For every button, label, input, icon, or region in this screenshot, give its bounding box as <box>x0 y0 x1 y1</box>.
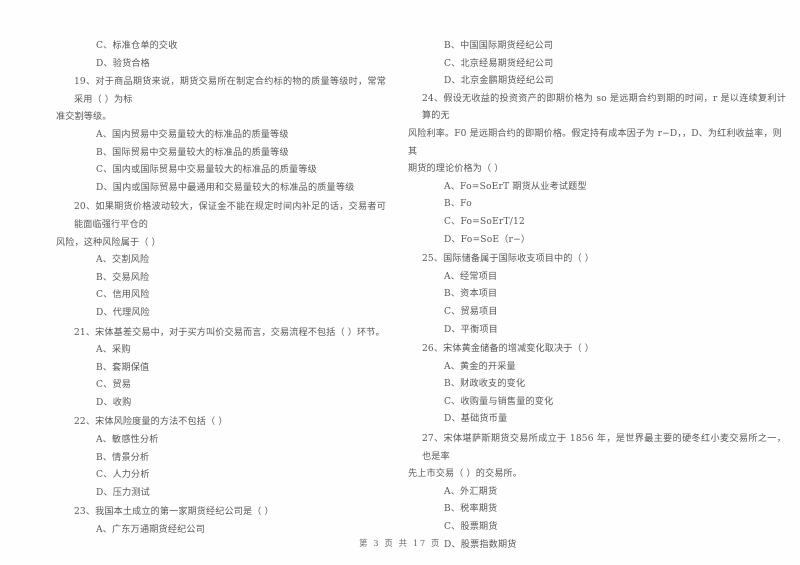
question-stem: 21、宋体基差交易中，对于买方叫价交易而言，交易流程不包括（ ）环节。 <box>74 327 385 338</box>
question-stem: 19、对于商品期货来说，期货交易所在制定合约标的物的质量等级时，常常采用（ ）为… <box>74 77 386 105</box>
question-25: 25、国际储备属于国际收支项目中的（ ） A、经常项目 B、资本项目 C、贸易项… <box>422 251 786 339</box>
option-c: C、贸易项目 <box>444 306 498 317</box>
option-d: D、基础货币量 <box>444 414 508 425</box>
orphan-option: B、中国国际期货经纪公司 <box>444 41 554 51</box>
option-b: B、套期保值 <box>96 362 150 373</box>
option-b: B、财政收支的变化 <box>444 379 526 390</box>
option-a: A、交割风险 <box>96 255 150 266</box>
question-stem: 27、宋体堪萨斯期货交易所成立于 1856 年，是世界最主要的硬冬红小麦交易所之… <box>422 434 786 462</box>
orphan-option: D、验货合格 <box>96 58 150 69</box>
option-b: B、税率期货 <box>444 504 498 515</box>
question-stem-continued: 风险，这种风险属于（ ） <box>56 237 161 248</box>
option-c: C、人力分析 <box>96 470 150 481</box>
option-b: B、情景分析 <box>96 452 150 463</box>
option-b: B、Fo <box>444 199 472 210</box>
option-b: B、交易风险 <box>96 272 150 283</box>
option-c: C、Fo=SoErT/12 <box>444 216 525 227</box>
option-c: C、股票期货 <box>444 522 498 533</box>
option-a: A、采购 <box>96 345 131 356</box>
option-d: D、平衡项目 <box>444 324 498 335</box>
two-column-body: C、标准仓单的交收 D、验货合格 19、对于商品期货来说，期货交易所在制定合约标… <box>0 38 800 550</box>
option-d: D、收购 <box>96 397 132 408</box>
option-d: D、Fo=SoE（r−） <box>444 234 531 245</box>
question-stem: 26、宋体黄金储备的增减变化取决于（ ） <box>422 344 595 355</box>
question-stem-continued: 期货的理论价格为（ ） <box>408 164 504 175</box>
question-22: 22、宋体风险度量的方法不包括（ ） A、敏感性分析 B、情景分析 C、人力分析… <box>74 414 386 502</box>
question-stem-continued: 准交割等级。 <box>56 112 112 123</box>
question-26: 26、宋体黄金储备的增减变化取决于（ ） A、黄金的开采量 B、财政收支的变化 … <box>422 341 786 429</box>
question-stem: 20、如果期货价格波动较大，保证金不能在规定时间内补足的话，交易者可能面临强行平… <box>74 202 386 230</box>
question-stem-continued: 风险利率。F0 是远期合约的即期价格。假定持有成本因子为 r−D，，D、为红利收… <box>408 128 782 157</box>
option-d: D、国内或国际贸易中最通用和交易量较大的标准品的质量等级 <box>96 182 355 193</box>
question-stem: 22、宋体风险度量的方法不包括（ ） <box>74 417 228 428</box>
question-stem: 25、国际储备属于国际收支项目中的（ ） <box>422 254 595 265</box>
question-27: 27、宋体堪萨斯期货交易所成立于 1856 年，是世界最主要的硬冬红小麦交易所之… <box>408 431 786 554</box>
option-d: D、代理风险 <box>96 307 150 318</box>
left-column: C、标准仓单的交收 D、验货合格 19、对于商品期货来说，期货交易所在制定合约标… <box>0 38 400 542</box>
option-a: A、国内贸易中交易量较大的标准品的质量等级 <box>96 129 289 140</box>
question-21: 21、宋体基差交易中，对于买方叫价交易而言，交易流程不包括（ ）环节。 A、采购… <box>74 325 386 413</box>
question-stem: 24、假设无收益的投资资产的即期价格为 so 是远期合约到期的时间，r 是以连续… <box>422 93 786 122</box>
option-a: A、经常项目 <box>444 271 498 282</box>
option-c: C、收购量与销售量的变化 <box>444 396 554 407</box>
orphan-option: C、标准仓单的交收 <box>96 41 178 51</box>
right-column: B、中国国际期货经纪公司 C、北京经易期货经纪公司 D、北京金鹏期货经纪公司 2… <box>400 38 800 556</box>
question-19: 19、对于商品期货来说，期货交易所在制定合约标的物的质量等级时，常常采用（ ）为… <box>56 74 386 197</box>
question-20: 20、如果期货价格波动较大，保证金不能在规定时间内补足的话，交易者可能面临强行平… <box>56 199 386 322</box>
question-23: 23、我国本土成立的第一家期货经纪公司是（ ） A、广东万通期货经纪公司 <box>74 504 386 539</box>
option-a: A、Fo=SoErT 期货从业考试题型 <box>444 181 587 192</box>
option-d: D、压力测试 <box>96 487 150 498</box>
page-footer: 第 3 页 共 17 页 <box>359 538 441 548</box>
option-c: C、国内或国际贸易中交易量较大的标准品的质量等级 <box>96 165 317 176</box>
question-stem: 23、我国本土成立的第一家期货经纪公司是（ ） <box>74 507 274 518</box>
option-a: A、外汇期货 <box>444 486 498 497</box>
option-a: A、黄金的开采量 <box>444 361 516 372</box>
option-b: B、国际贸易中交易量较大的标准品的质量等级 <box>96 147 289 158</box>
option-c: C、贸易 <box>96 380 132 391</box>
orphan-option: C、北京经易期货经纪公司 <box>444 58 554 69</box>
option-a: A、敏感性分析 <box>96 435 159 446</box>
question-stem-continued: 先上市交易（ ）的交易所。 <box>408 469 522 480</box>
exam-page: C、标准仓单的交收 D、验货合格 19、对于商品期货来说，期货交易所在制定合约标… <box>0 0 800 565</box>
option-b: B、资本项目 <box>444 289 498 300</box>
orphan-option: D、北京金鹏期货经纪公司 <box>444 76 554 87</box>
question-24: 24、假设无收益的投资资产的即期价格为 so 是远期合约到期的时间，r 是以连续… <box>408 91 786 249</box>
option-c: C、信用风险 <box>96 290 150 301</box>
